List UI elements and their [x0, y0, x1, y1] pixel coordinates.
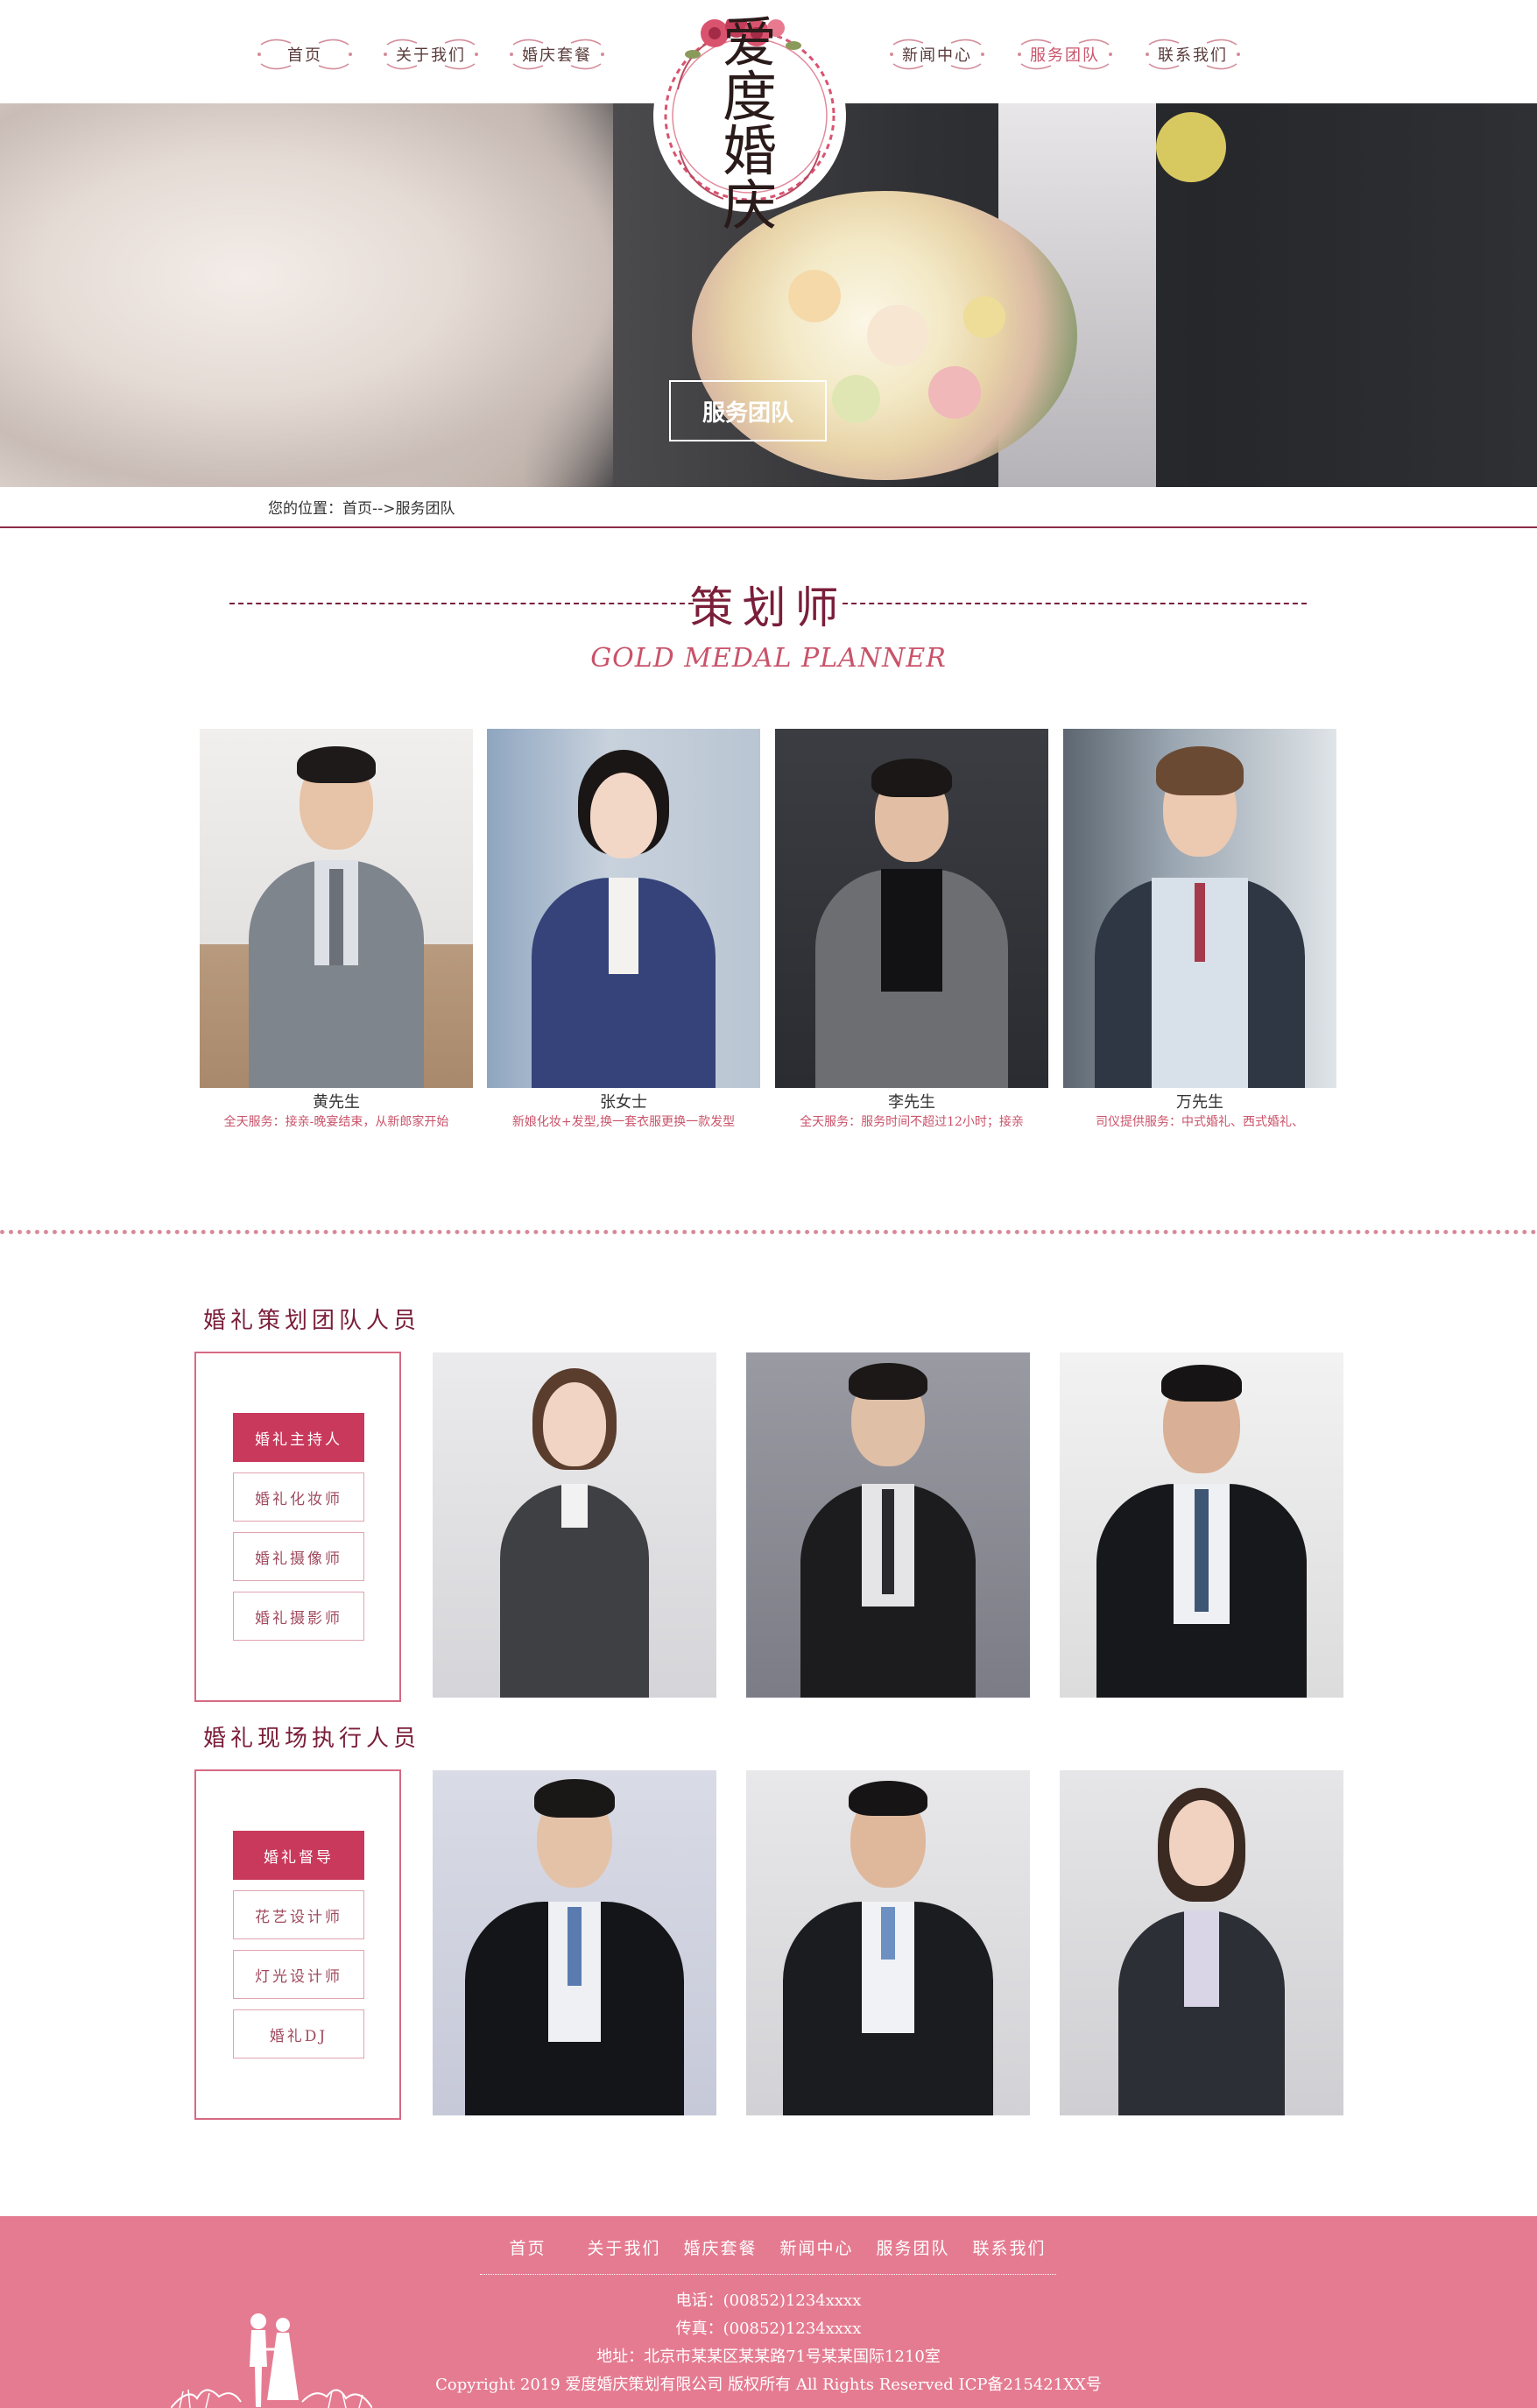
nav-about[interactable]: 关于我们 — [378, 30, 483, 79]
footer-nav-team[interactable]: 服务团队 — [865, 2235, 962, 2259]
planner-name: 张女士 — [600, 1093, 647, 1112]
planner-desc: 司仪提供服务：中式婚礼、西式婚礼、 — [1096, 1115, 1304, 1129]
planner-desc: 新娘化妆+发型,换一套衣服更换一款发型 — [511, 1115, 736, 1129]
nav-contact[interactable]: 联系我们 — [1140, 30, 1245, 79]
flower-image — [928, 366, 981, 419]
flower-image — [963, 296, 1005, 338]
site-footer: 首页 关于我们 婚庆套餐 新闻中心 服务团队 联系我们 电话：(00852)12… — [0, 2216, 1537, 2408]
planner-photo[interactable] — [775, 729, 1048, 1088]
team-member-photo[interactable] — [433, 1352, 716, 1698]
footer-nav: 首页 关于我们 婚庆套餐 新闻中心 服务团队 联系我们 — [0, 2235, 1537, 2259]
role-floral-button[interactable]: 花艺设计师 — [233, 1890, 364, 1939]
planning-role-menu: 婚礼主持人 婚礼化妆师 婚礼摄像师 婚礼摄影师 — [194, 1352, 401, 1702]
breadcrumb-divider — [0, 526, 1537, 528]
execution-role-menu: 婚礼督导 花艺设计师 灯光设计师 婚礼DJ — [194, 1769, 401, 2120]
role-host-button[interactable]: 婚礼主持人 — [233, 1413, 364, 1462]
role-makeup-button[interactable]: 婚礼化妆师 — [233, 1472, 364, 1522]
planner-section-subtitle: GOLD MEDAL PLANNER — [590, 643, 947, 674]
boutonniere-image — [1156, 112, 1226, 182]
flower-image — [867, 305, 928, 366]
planner-card[interactable]: 万先生 司仪提供服务：中式婚礼、西式婚礼、 — [1063, 729, 1336, 1132]
role-videographer-button[interactable]: 婚礼摄像师 — [233, 1532, 364, 1581]
team-member-photo[interactable] — [1060, 1770, 1343, 2115]
team-member-photo[interactable] — [1060, 1352, 1343, 1698]
nav-news[interactable]: 新闻中心 — [885, 30, 990, 79]
planner-card[interactable]: 李先生 全天服务：服务时间不超过12小时；接亲 — [775, 729, 1048, 1132]
planner-name: 万先生 — [1176, 1093, 1223, 1112]
planner-name: 黄先生 — [313, 1093, 360, 1112]
planner-photo[interactable] — [1063, 729, 1336, 1088]
team-member-photo[interactable] — [746, 1770, 1030, 2115]
logo-text: 爱度 婚庆 — [722, 11, 777, 237]
nav-packages[interactable]: 婚庆套餐 — [504, 30, 610, 79]
footer-divider — [480, 2274, 1056, 2275]
role-dj-button[interactable]: 婚礼DJ — [233, 2009, 364, 2058]
nav-home[interactable]: 首页 — [252, 30, 357, 79]
footer-nav-home[interactable]: 首页 — [480, 2235, 576, 2259]
planner-photo[interactable] — [487, 729, 760, 1088]
planner-photo[interactable] — [200, 729, 473, 1088]
flower-image — [788, 270, 841, 322]
role-lighting-button[interactable]: 灯光设计师 — [233, 1950, 364, 1999]
planner-card[interactable]: 黄先生 全天服务：接亲-晚宴结束，从新郎家开始 — [200, 729, 473, 1132]
execution-team-title: 婚礼现场执行人员 — [203, 1726, 421, 1752]
site-logo[interactable]: 爱度 婚庆 — [653, 16, 846, 233]
team-member-photo[interactable] — [746, 1352, 1030, 1698]
planner-desc: 全天服务：接亲-晚宴结束，从新郎家开始 — [223, 1115, 449, 1129]
planner-card[interactable]: 张女士 新娘化妆+发型,换一套衣服更换一款发型 — [487, 729, 760, 1132]
footer-nav-packages[interactable]: 婚庆套餐 — [673, 2235, 769, 2259]
planner-section-title: 策划师 — [689, 583, 848, 633]
planner-desc: 全天服务：服务时间不超过12小时；接亲 — [800, 1115, 1024, 1129]
breadcrumb: 您的位置：首页-->服务团队 — [268, 500, 455, 518]
footer-nav-contact[interactable]: 联系我们 — [962, 2235, 1058, 2259]
footer-nav-about[interactable]: 关于我们 — [576, 2235, 673, 2259]
section-separator — [0, 1230, 1537, 1234]
planner-name: 李先生 — [888, 1093, 935, 1112]
role-supervisor-button[interactable]: 婚礼督导 — [233, 1831, 364, 1880]
nav-team[interactable]: 服务团队 — [1012, 30, 1117, 79]
flower-image — [832, 375, 880, 423]
bride-dress-image — [0, 103, 613, 487]
footer-nav-news[interactable]: 新闻中心 — [769, 2235, 865, 2259]
banner-team-button[interactable]: 服务团队 — [669, 380, 827, 441]
role-photographer-button[interactable]: 婚礼摄影师 — [233, 1592, 364, 1641]
couple-silhouette-icon — [171, 2313, 372, 2408]
planning-team-title: 婚礼策划团队人员 — [203, 1308, 421, 1334]
team-member-photo[interactable] — [433, 1770, 716, 2115]
